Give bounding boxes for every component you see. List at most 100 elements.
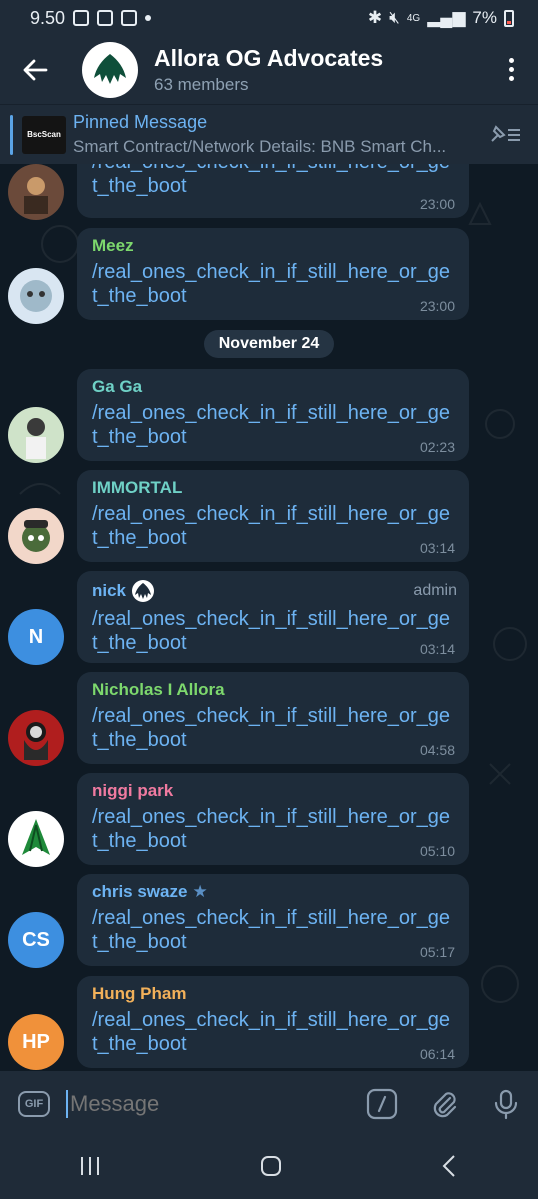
message-bubble[interactable]: Hung Pham /real_ones_check_in_if_still_h…: [77, 976, 469, 1068]
sender-name[interactable]: Nicholas I Allora: [92, 680, 455, 700]
slash-command-icon: [366, 1088, 398, 1120]
pin-list-icon: [491, 125, 520, 142]
command-link[interactable]: /real_ones_check_in_if_still_here_or_get…: [92, 805, 455, 853]
home-icon: [260, 1155, 281, 1176]
message-bubble[interactable]: Ga Ga /real_ones_check_in_if_still_here_…: [77, 369, 469, 461]
voice-button[interactable]: [490, 1088, 522, 1125]
user-avatar[interactable]: CS: [8, 912, 64, 968]
command-link[interactable]: /real_ones_check_in_if_still_here_or_get…: [92, 1008, 455, 1056]
command-link[interactable]: /real_ones_check_in_if_still_here_or_get…: [92, 704, 455, 752]
pinned-indicator: [10, 115, 13, 155]
message-time: 03:14: [419, 641, 455, 657]
battery-icon: [504, 9, 514, 27]
status-time: 9.50: [30, 7, 66, 28]
message-bubble[interactable]: /real_ones_check_in_if_still_here_or_get…: [77, 164, 469, 218]
sender-name[interactable]: Hung Pham: [92, 984, 455, 1004]
user-avatar[interactable]: HP: [8, 1014, 64, 1070]
commands-button[interactable]: [366, 1088, 398, 1125]
header-text[interactable]: Allora OG Advocates 63 members: [154, 45, 383, 95]
command-link[interactable]: /real_ones_check_in_if_still_here_or_get…: [92, 607, 455, 655]
recent-apps-icon: [81, 1156, 100, 1175]
user-avatar[interactable]: [8, 710, 64, 766]
home-button[interactable]: [259, 1154, 283, 1183]
group-avatar[interactable]: [82, 42, 138, 98]
pinned-message-bar[interactable]: BscScan Pinned Message Smart Contract/Ne…: [0, 104, 538, 164]
chat-header: Allora OG Advocates 63 members: [0, 36, 538, 104]
back-arrow-icon: [23, 59, 48, 81]
paperclip-icon: [433, 1092, 457, 1118]
text-cursor: [66, 1090, 68, 1118]
group-title: Allora OG Advocates: [154, 45, 384, 71]
sender-name-text: nick: [92, 581, 127, 600]
message-bubble[interactable]: Meez /real_ones_check_in_if_still_here_o…: [77, 228, 469, 320]
back-button[interactable]: [0, 36, 70, 104]
date-separator: November 24: [204, 330, 334, 358]
sender-name-text: chris swaze: [92, 882, 188, 901]
message-bubble[interactable]: niggi park /real_ones_check_in_if_still_…: [77, 773, 469, 865]
network-type: 4G: [406, 12, 421, 24]
pinned-title: Pinned Message: [73, 112, 208, 132]
message-time: 05:10: [419, 843, 455, 859]
allora-logo-icon: [94, 54, 126, 84]
sender-name[interactable]: IMMORTAL: [92, 478, 455, 498]
chat-area[interactable]: /real_ones_check_in_if_still_here_or_get…: [0, 164, 538, 1071]
member-count: 63 members: [154, 75, 249, 94]
allora-badge-icon: [132, 580, 155, 602]
message-time: 05:17: [419, 944, 455, 960]
avatar-initials: HP: [22, 1030, 50, 1053]
bluetooth-icon: ✱: [367, 8, 383, 27]
more-menu-button[interactable]: [509, 58, 514, 81]
command-link[interactable]: /real_ones_check_in_if_still_here_or_get…: [92, 906, 455, 954]
user-avatar[interactable]: [8, 164, 64, 220]
mute-icon: 🔇︎: [389, 8, 400, 27]
user-avatar[interactable]: [8, 811, 64, 867]
microphone-icon: [494, 1089, 518, 1120]
message-input[interactable]: [70, 1091, 350, 1117]
more-notifications-icon: [145, 15, 152, 21]
star-icon: ★: [192, 882, 208, 901]
user-avatar[interactable]: N: [8, 609, 64, 665]
avatar-initials: N: [28, 625, 44, 648]
pinned-thumbnail: BscScan: [22, 115, 66, 154]
user-avatar[interactable]: [8, 268, 64, 324]
sender-name[interactable]: niggi park: [92, 781, 455, 801]
gallery-icon: [73, 10, 90, 26]
attach-button[interactable]: [428, 1088, 460, 1125]
message-time: 04:58: [419, 742, 455, 758]
message-composer: GIF: [0, 1071, 538, 1137]
notification-icon: [97, 10, 114, 26]
avatar-initials: CS: [22, 928, 50, 951]
message-bubble[interactable]: IMMORTAL /real_ones_check_in_if_still_he…: [77, 470, 469, 562]
pinned-list-button[interactable]: [488, 123, 522, 152]
status-bar: 9.50 ✱ 🔇︎ 4G ▂▄▆ 7%: [0, 0, 538, 36]
chevron-left-icon: [442, 1154, 455, 1177]
message-bubble[interactable]: Nicholas I Allora /real_ones_check_in_if…: [77, 672, 469, 764]
message-time: 23:00: [419, 196, 455, 212]
user-avatar[interactable]: [8, 508, 64, 564]
message-time: 03:14: [419, 540, 455, 556]
sender-name[interactable]: chris swaze ★: [92, 882, 455, 902]
user-avatar[interactable]: [8, 407, 64, 463]
recent-apps-button[interactable]: [78, 1155, 102, 1182]
gif-button[interactable]: GIF: [18, 1091, 50, 1117]
admin-badge: admin: [413, 582, 457, 599]
command-link[interactable]: /real_ones_check_in_if_still_here_or_get…: [92, 164, 455, 198]
message-time: 06:14: [419, 1046, 455, 1062]
battery-level: 7%: [472, 8, 497, 27]
message-time: 02:23: [419, 439, 455, 455]
system-nav-bar: [0, 1137, 538, 1199]
message-time: 23:00: [419, 298, 455, 314]
message-bubble[interactable]: nick admin /real_ones_check_in_if_still_…: [77, 571, 469, 663]
pinned-thumb-label: BscScan: [27, 130, 61, 139]
sender-name[interactable]: nick: [92, 579, 455, 603]
command-link[interactable]: /real_ones_check_in_if_still_here_or_get…: [92, 502, 455, 550]
sender-name[interactable]: Ga Ga: [92, 377, 455, 397]
nav-back-button[interactable]: [440, 1154, 460, 1183]
app-icon: [121, 10, 138, 26]
pinned-text: Smart Contract/Network Details: BNB Smar…: [73, 137, 447, 156]
command-link[interactable]: /real_ones_check_in_if_still_here_or_get…: [92, 401, 455, 449]
message-bubble[interactable]: chris swaze ★ /real_ones_check_in_if_sti…: [77, 874, 469, 966]
signal-icon: ▂▄▆: [427, 8, 466, 27]
command-link[interactable]: /real_ones_check_in_if_still_here_or_get…: [92, 260, 455, 308]
sender-name[interactable]: Meez: [92, 236, 455, 256]
